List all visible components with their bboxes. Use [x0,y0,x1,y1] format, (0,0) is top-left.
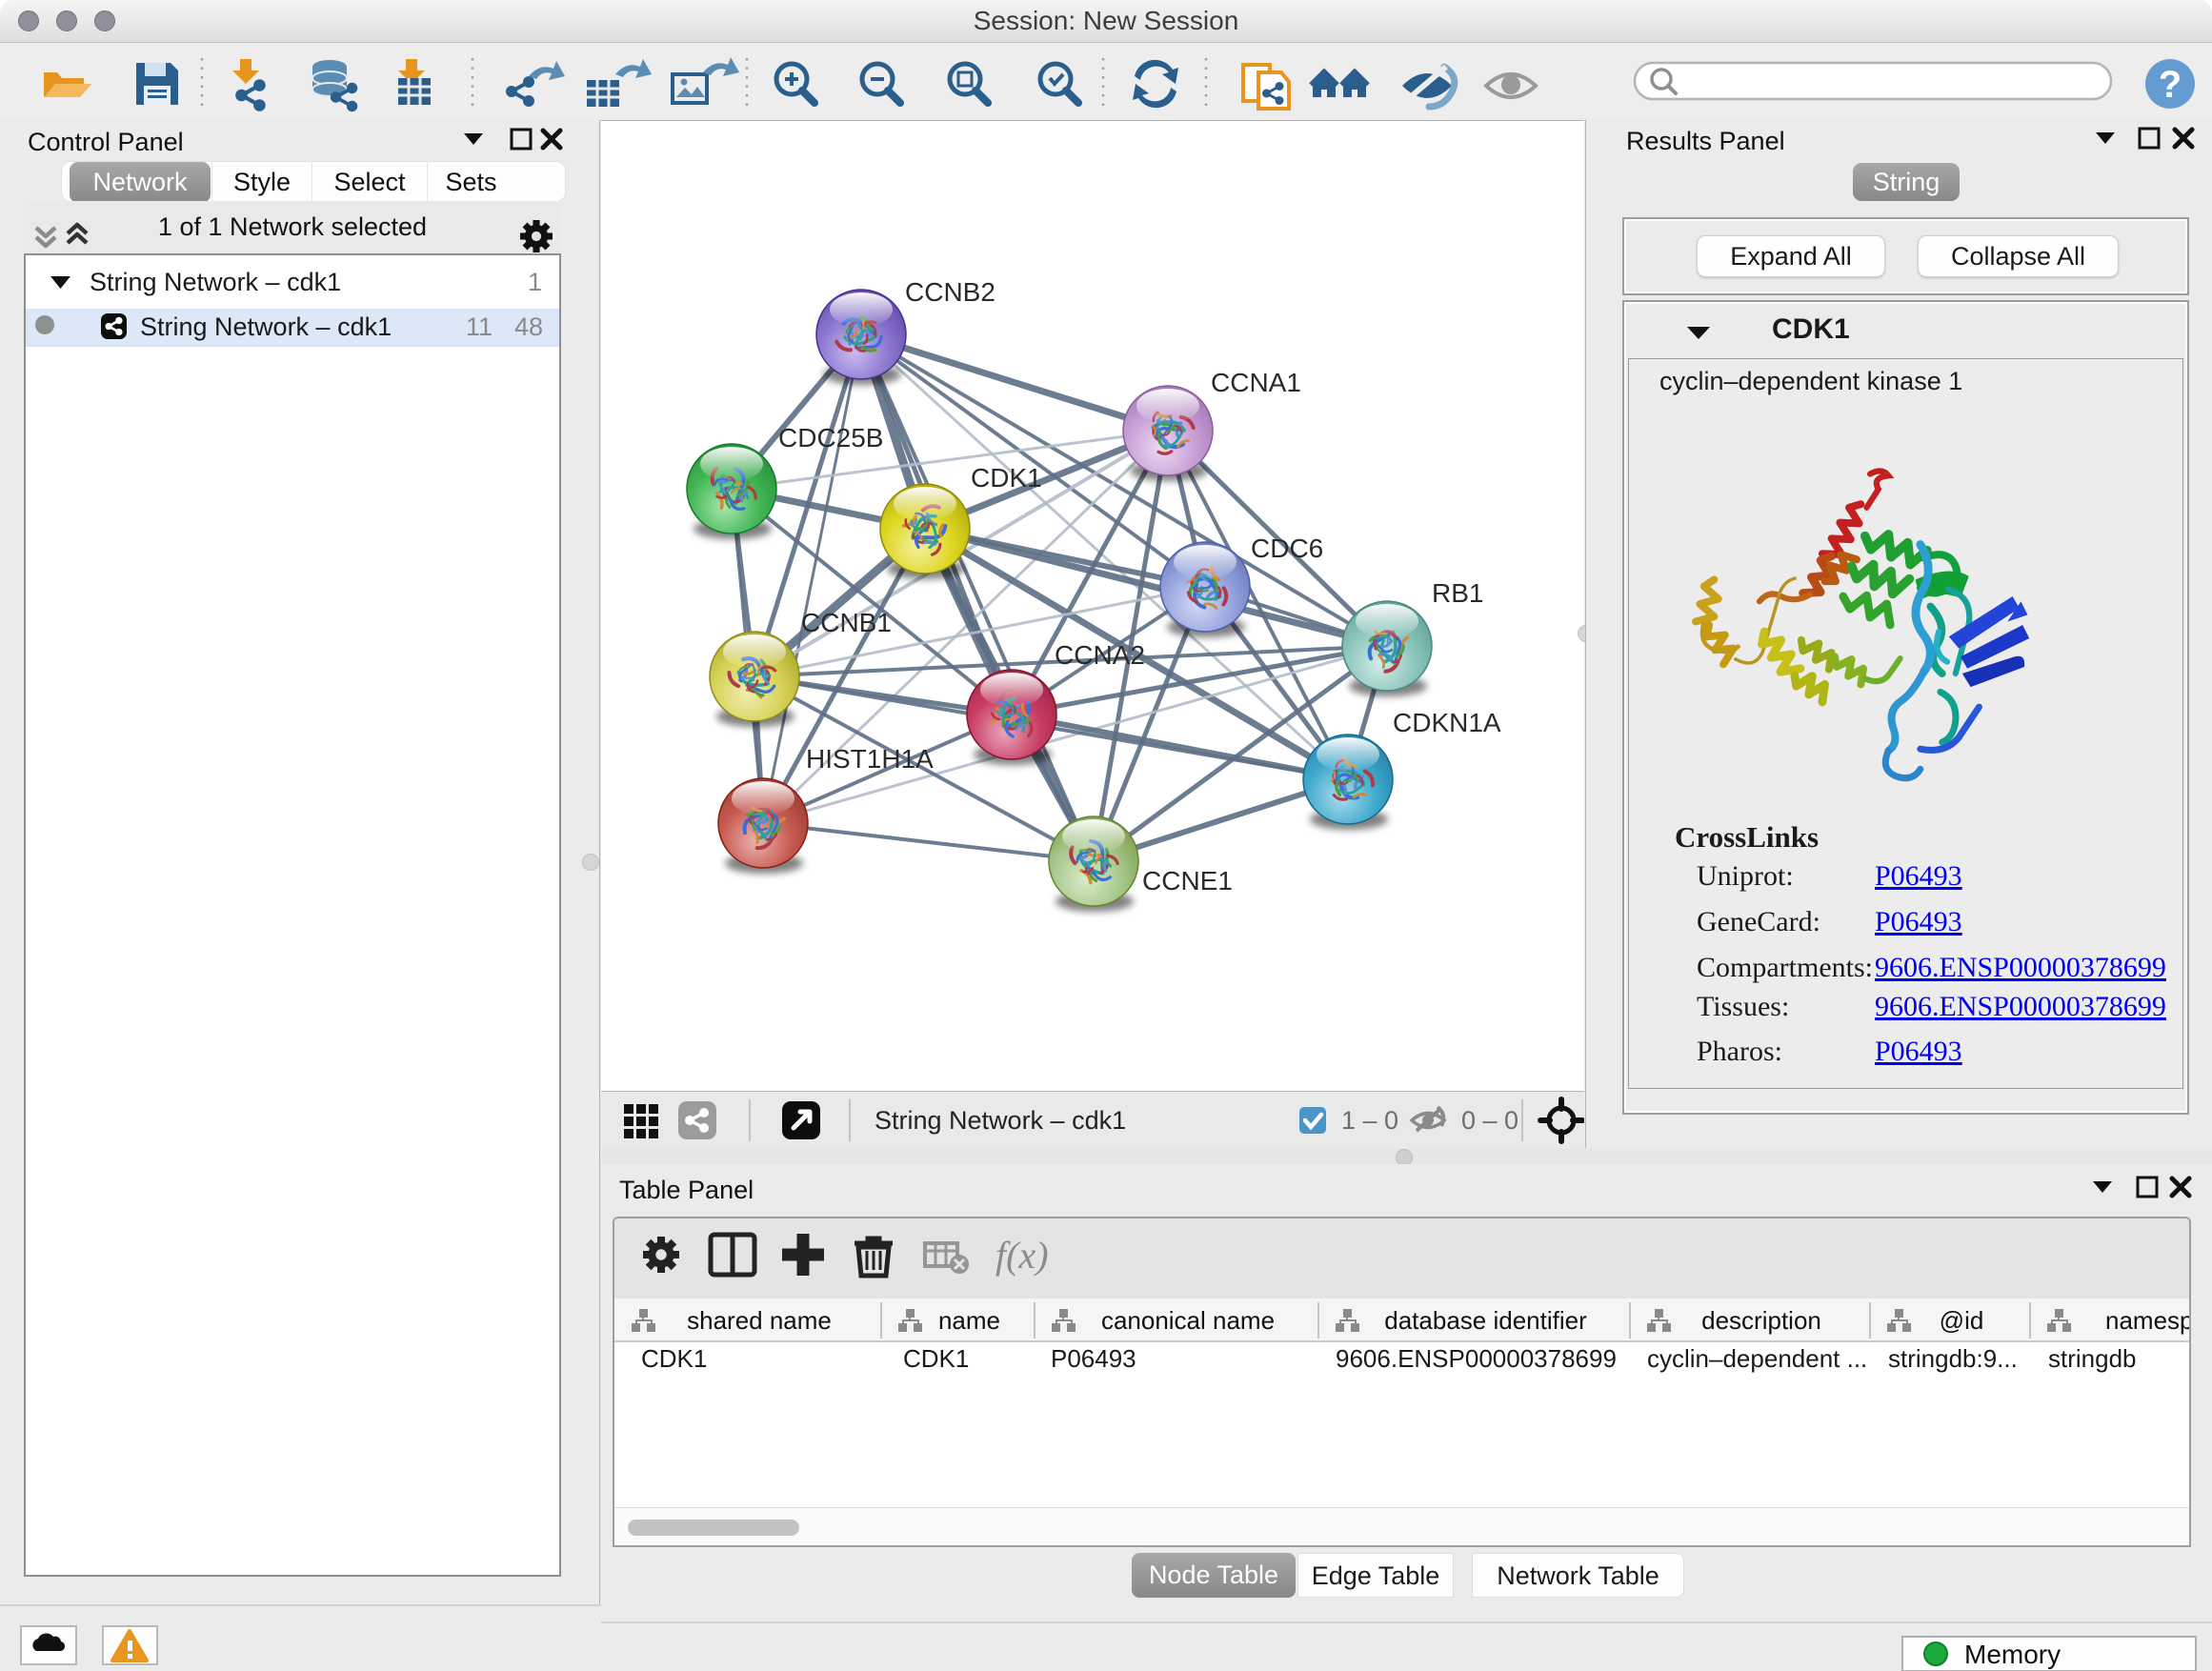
svg-text:CDK1: CDK1 [971,463,1042,493]
svg-text:@id: @id [1940,1306,1984,1335]
svg-text:CCNB2: CCNB2 [905,277,995,307]
svg-text:HIST1H1A: HIST1H1A [806,744,934,774]
svg-text:CCNA1: CCNA1 [1211,368,1301,397]
svg-text:CDKN1A: CDKN1A [1393,708,1501,737]
svg-text:namespace: namespace [2105,1306,2191,1335]
svg-text:canonical name: canonical name [1101,1306,1275,1335]
svg-text:CCNA2: CCNA2 [1055,640,1145,670]
svg-text:shared name: shared name [687,1306,832,1335]
svg-text:name: name [938,1306,1000,1335]
svg-text:CDC6: CDC6 [1251,534,1323,563]
svg-text:CCNB1: CCNB1 [801,608,892,637]
svg-text:f(x): f(x) [995,1234,1049,1277]
svg-text:CDC25B: CDC25B [778,423,883,453]
svg-text:description: description [1701,1306,1821,1335]
svg-text:CCNE1: CCNE1 [1142,866,1233,896]
svg-text:Memory: Memory [1964,1640,2061,1669]
svg-text:database identifier: database identifier [1384,1306,1587,1335]
svg-text:?: ? [2159,64,2182,106]
svg-text:RB1: RB1 [1432,578,1483,608]
